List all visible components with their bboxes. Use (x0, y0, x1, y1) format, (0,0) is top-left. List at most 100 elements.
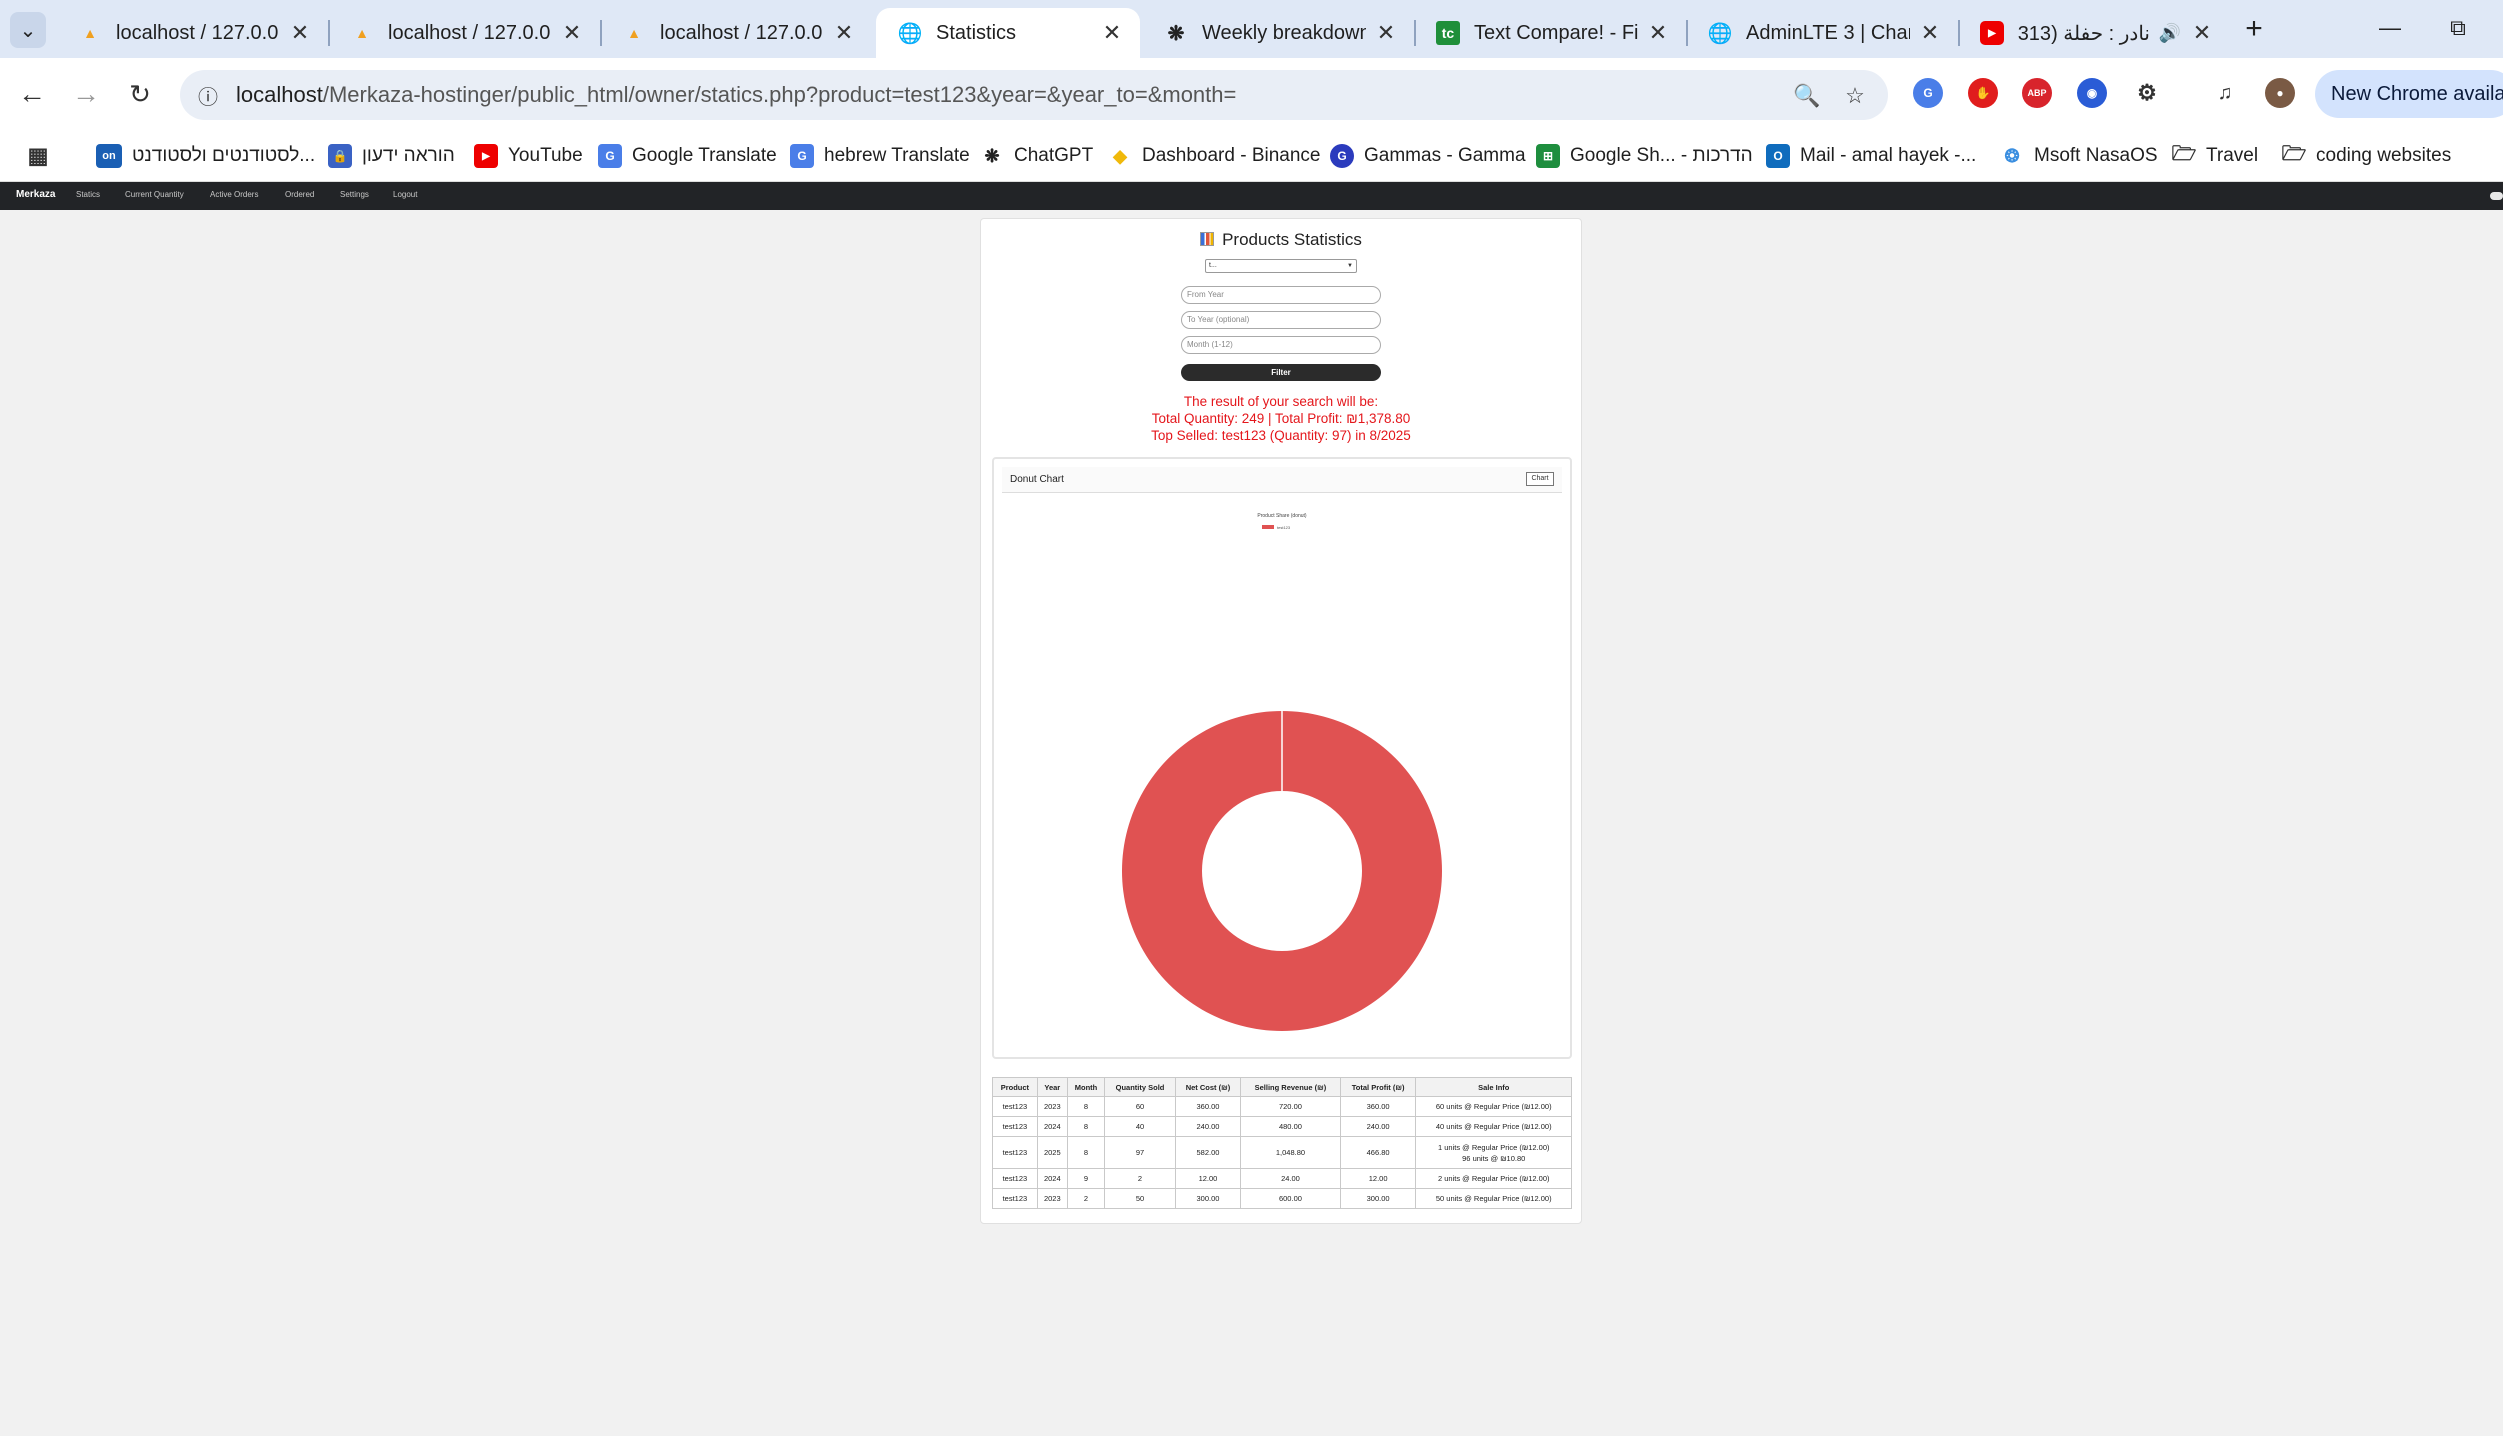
page-title: Products Statistics (981, 230, 1581, 250)
new-tab-button[interactable]: + (2236, 12, 2272, 48)
table-cell: test123 (992, 1116, 1038, 1137)
table-cell: 40 units @ Regular Price (₪12.00) (1415, 1116, 1572, 1137)
textcompare-icon: tc (1436, 21, 1460, 45)
table-cell: 50 units @ Regular Price (₪12.00) (1415, 1188, 1572, 1209)
bookmark-label: Google Sh... - הדרכות (1570, 145, 1753, 166)
lock-bag-icon: 🔒 (328, 144, 352, 168)
bookmark-item[interactable]: O Mail - amal hayek -... (1766, 140, 1976, 172)
nav-link-settings[interactable]: Settings (340, 190, 369, 199)
on-icon: on (96, 144, 122, 168)
extensions-icon[interactable]: ⚙ (2132, 78, 2162, 108)
apps-button[interactable]: ▦ (26, 140, 60, 172)
column-header: Year (1036, 1077, 1068, 1097)
close-icon[interactable]: ✕ (288, 20, 312, 46)
arrow-left-icon: ← (18, 78, 46, 109)
browser-tab-active[interactable]: 🌐 Statistics ✕ (876, 8, 1140, 58)
navbar-toggle[interactable] (2490, 192, 2503, 200)
table-cell: 60 units @ Regular Price (₪12.00) (1415, 1096, 1572, 1117)
table-cell: 24.00 (1240, 1168, 1341, 1189)
browser-tab[interactable]: ▲ localhost / 127.0.0.1 ✕ (56, 8, 328, 58)
site-info-icon[interactable]: ⓘ (180, 81, 236, 110)
product-select[interactable]: t... ▼ (1205, 259, 1357, 273)
sheets-icon: ⊞ (1536, 144, 1560, 168)
nav-link-statics[interactable]: Statics (76, 190, 100, 199)
tab-search-button[interactable]: ⌄ (10, 12, 46, 48)
table-cell: 582.00 (1174, 1136, 1242, 1169)
month-input[interactable]: Month (1-12) (1181, 336, 1381, 354)
chart-toggle-button[interactable]: Chart (1526, 472, 1554, 486)
bookmark-item[interactable]: 🔒 הוראה ידעון (328, 140, 455, 172)
bar-chart-icon (1200, 232, 1215, 246)
address-bar[interactable]: ⓘ localhost/Merkaza-hostinger/public_htm… (180, 70, 1888, 120)
browser-tab[interactable]: ▶ نادر : حفلة (313) 🔊 ✕ (1958, 8, 2230, 58)
table-cell: 40 (1104, 1116, 1176, 1137)
minimize-button[interactable]: — (2360, 10, 2420, 46)
bookmark-label: Dashboard - Binance (1142, 145, 1321, 166)
forward-button[interactable]: → (66, 74, 106, 114)
bookmark-label: הוראה ידעון (362, 145, 455, 166)
media-control-icon[interactable]: ♫ (2210, 78, 2240, 108)
nav-link-logout[interactable]: Logout (393, 190, 417, 199)
brand-logo[interactable]: Merkaza (16, 189, 55, 200)
google-translate-ext-icon[interactable]: G (1913, 78, 1943, 108)
browser-tab[interactable]: 🌐 AdminLTE 3 | ChartJS ✕ (1686, 8, 1958, 58)
url-text[interactable]: localhost/Merkaza-hostinger/public_html/… (236, 82, 1236, 108)
bookmark-item[interactable]: ⊞ Google Sh... - הדרכות (1536, 140, 1753, 172)
zoom-icon[interactable]: 🔍 (1792, 81, 1822, 111)
table-cell: test123 (992, 1096, 1038, 1117)
youtube-icon: ▶ (474, 144, 498, 168)
nav-link-current-quantity[interactable]: Current Quantity (125, 190, 184, 199)
bookmark-item[interactable]: on לסטודנטים ולסטודנט... (96, 140, 315, 172)
binance-icon: ◆ (1113, 145, 1127, 166)
url-path: /Merkaza-hostinger/public_html/owner/sta… (322, 82, 1237, 107)
bookmark-item[interactable]: 🗁 coding websites (2282, 140, 2452, 172)
browser-toolbar: ← → ↻ ⓘ localhost/Merkaza-hostinger/publ… (0, 58, 2503, 132)
speaker-icon[interactable]: 🔊 (2158, 23, 2182, 44)
filter-button[interactable]: Filter (1181, 364, 1381, 381)
tab-title: نادر : حفلة (313) (2018, 22, 2150, 45)
star-icon[interactable]: ☆ (1840, 81, 1870, 111)
adblock-ext-icon[interactable]: ✋ (1968, 78, 1998, 108)
abp-ext-icon[interactable]: ABP (2022, 78, 2052, 108)
close-icon[interactable]: ✕ (2190, 20, 2214, 46)
avatar[interactable]: ● (2265, 78, 2295, 108)
to-year-input[interactable]: To Year (optional) (1181, 311, 1381, 329)
close-icon[interactable]: ✕ (1100, 20, 1124, 46)
bookmark-item[interactable]: 🗁 Travel (2172, 140, 2259, 172)
restore-button[interactable]: ⧉ (2428, 10, 2488, 46)
bookmark-item[interactable]: ◆ Dashboard - Binance (1108, 140, 1321, 172)
table-cell: 2023 (1036, 1096, 1068, 1117)
close-icon[interactable]: ✕ (832, 20, 856, 46)
bookmark-item[interactable]: G Gammas - Gamma (1330, 140, 1526, 172)
from-year-input[interactable]: From Year (1181, 286, 1381, 304)
record-ext-icon[interactable]: ◉ (2077, 78, 2107, 108)
browser-tab[interactable]: ▲ localhost / 127.0.0.1 ✕ (328, 8, 600, 58)
tab-strip: ⌄ ▲ localhost / 127.0.0.1 ✕ ▲ localhost … (0, 0, 2503, 58)
table-cell: 300.00 (1339, 1188, 1417, 1209)
table-row: test123 2025 8 97 582.00 1,048.80 466.80 1 unit… (992, 1136, 1572, 1169)
close-icon[interactable]: ✕ (1374, 20, 1398, 46)
close-icon[interactable]: ✕ (1646, 20, 1670, 46)
update-chrome-button[interactable]: New Chrome available (2315, 70, 2503, 118)
browser-tab[interactable]: ▲ localhost / 127.0.0.1 ✕ (600, 8, 872, 58)
bookmark-item[interactable]: ❋ ChatGPT (980, 140, 1093, 172)
browser-tab[interactable]: tc Text Compare! - Find ✕ (1414, 8, 1686, 58)
close-icon[interactable]: ✕ (560, 20, 584, 46)
table-cell: 8 (1066, 1136, 1106, 1169)
bookmark-item[interactable]: ❂ Msoft NasaOS (2000, 140, 2157, 172)
table-cell: test123 (992, 1168, 1038, 1189)
nav-link-ordered[interactable]: Ordered (285, 190, 314, 199)
back-button[interactable]: ← (12, 74, 52, 114)
close-icon[interactable]: ✕ (1918, 20, 1942, 46)
table-cell: 8 (1066, 1096, 1106, 1117)
bookmark-label: Travel (2206, 145, 2259, 166)
nav-link-active-orders[interactable]: Active Orders (210, 190, 258, 199)
table-row: test123 2024 9 2 12.00 24.00 12.00 2 units @ Re… (992, 1168, 1572, 1189)
bookmark-item[interactable]: ▶ YouTube (474, 140, 583, 172)
bookmark-item[interactable]: Ghebrew Translate (790, 140, 970, 172)
table-cell: 2024 (1036, 1168, 1068, 1189)
browser-tab[interactable]: ❋ Weekly breakdown i ✕ (1142, 8, 1414, 58)
bookmark-item[interactable]: G Google Translate (598, 140, 777, 172)
reload-button[interactable]: ↻ (120, 74, 160, 114)
table-cell: 360.00 (1339, 1096, 1417, 1117)
